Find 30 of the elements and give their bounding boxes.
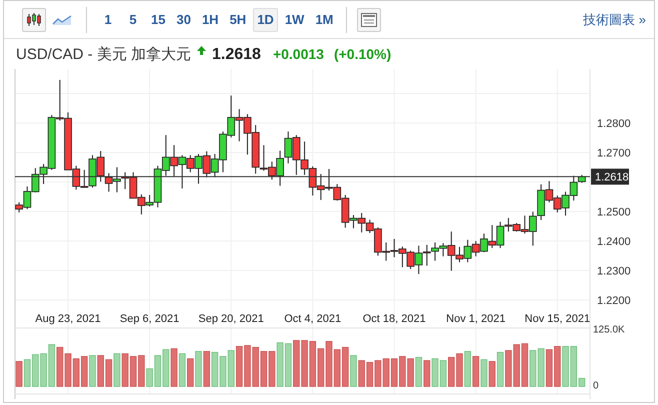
current-price-tag: 1.2618 [591, 168, 629, 185]
percent-change: (+0.10%) [334, 46, 392, 62]
price-axis-label: 1.2200 [597, 294, 631, 307]
interval-button[interactable]: 15 [147, 8, 170, 32]
price-axis-label: 1.2400 [597, 236, 631, 248]
date-axis-label: Sep 6, 2021 [120, 313, 180, 325]
interval-button[interactable]: 1M [311, 8, 338, 32]
interval-button[interactable]: 1H [198, 8, 223, 32]
date-axis-label: Sep 20, 2021 [198, 313, 264, 325]
volume-axis-label: 0 [593, 380, 599, 392]
date-axis-label: Aug 23, 2021 [35, 313, 101, 325]
interval-button[interactable]: 5 [122, 8, 144, 32]
technical-chart-link[interactable]: 技術圖表 » [583, 10, 646, 28]
date-axis-label: Oct 18, 2021 [362, 313, 426, 325]
date-axis-label: Nov 1, 2021 [446, 313, 506, 325]
price-axis-label: 1.2500 [597, 206, 631, 218]
price-value: 1.2618 [212, 46, 261, 64]
volume-axis-label: 125.0K [593, 324, 625, 336]
interval-button[interactable]: 1 [97, 8, 119, 32]
date-axis-label: Nov 15, 2021 [524, 313, 590, 325]
interval-button[interactable]: 1D [253, 8, 278, 32]
date-axis-label: Oct 4, 2021 [284, 313, 342, 325]
currency-pair-title: USD/CAD - 美元 加拿大元 [16, 45, 192, 64]
interval-button[interactable]: 1W [280, 8, 308, 32]
interval-button[interactable]: 5H [226, 8, 250, 32]
interval-button[interactable]: 30 [172, 8, 195, 32]
price-change: +0.0013 [272, 46, 324, 62]
price-axis-label: 1.2800 [597, 118, 631, 130]
price-axis-label: 1.2300 [597, 265, 631, 278]
price-axis-label: 1.2700 [597, 147, 631, 160]
